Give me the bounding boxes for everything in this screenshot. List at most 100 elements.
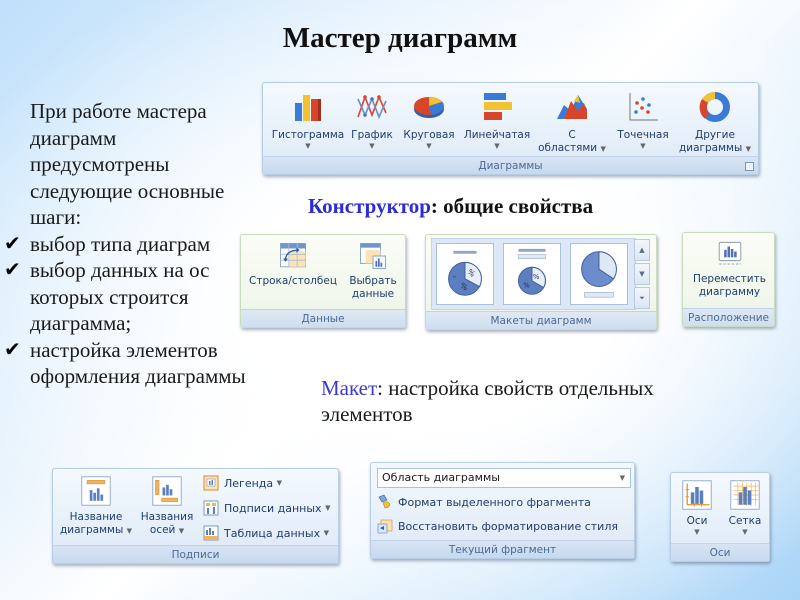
intro-line: предусмотрены <box>30 152 170 176</box>
chart-title-label-2: диаграммы ▼ <box>60 524 132 538</box>
layout-heading: Макет: настройка свойств отдельных элеме… <box>321 375 741 427</box>
histogram-button[interactable]: Гистограмма ▼ <box>269 89 347 151</box>
move-chart-icon <box>718 241 741 265</box>
data-labels-label: Подписи данных <box>224 501 322 515</box>
axis-titles-icon <box>152 476 182 506</box>
chart-title-label-1: Название <box>69 511 123 523</box>
group-label-data: Данные <box>241 309 405 327</box>
check-icon: ✔ <box>4 259 21 281</box>
reset-style-button[interactable]: Восстановить форматирование стиля <box>377 518 618 534</box>
data-table-icon <box>203 525 219 541</box>
move-chart-label-1: Переместить <box>693 273 766 285</box>
format-selection-button[interactable]: Формат выделенного фрагмента <box>377 494 591 510</box>
switch-row-column-label: Строка/столбец <box>249 275 337 287</box>
axes-icon <box>682 480 712 510</box>
format-selection-icon <box>378 494 391 509</box>
scatter-chart-label: Точечная <box>617 129 669 141</box>
axes-button[interactable]: Оси ▼ <box>673 479 721 537</box>
line-chart-button[interactable]: График ▼ <box>347 89 397 151</box>
ribbon-group-charts: Гистограмма ▼ График ▼ Круговая ▼ Линейч… <box>262 82 759 175</box>
pie-chart-button[interactable]: Круговая ▼ <box>399 89 459 151</box>
line-chart-label: График <box>351 129 393 141</box>
svg-text:%: % <box>523 282 530 290</box>
line-chart-icon <box>357 94 387 120</box>
switch-row-column-icon <box>280 243 306 268</box>
dropdown-arrow-icon: ▼ <box>126 527 132 535</box>
scatter-chart-button[interactable]: Точечная ▼ <box>611 89 675 151</box>
check-icon: ✔ <box>4 338 21 361</box>
pie-layout-icon <box>581 251 617 298</box>
chart-title-label-text: диаграммы <box>59 524 124 536</box>
bar-chart-label: Линейчатая <box>463 129 531 141</box>
check-icon: ✔ <box>4 232 21 255</box>
dropdown-arrow-icon: ▼ <box>694 528 700 536</box>
bar-chart-button[interactable]: Линейчатая ▼ <box>461 89 533 151</box>
constructor-heading-rest: : общие свойства <box>430 194 594 218</box>
dropdown-arrow-icon: ▼ <box>619 474 625 482</box>
pie-layout-icon: % % <box>518 248 546 295</box>
dropdown-arrow-icon: ▼ <box>640 142 646 150</box>
dropdown-arrow-icon: ▼ <box>426 142 432 150</box>
dropdown-arrow-icon: ▼ <box>494 142 500 150</box>
select-data-button[interactable]: Выбрать данные <box>345 241 401 301</box>
group-label-axes: Оси <box>671 543 769 561</box>
gallery-scroll-up-button[interactable]: ▲ <box>634 239 650 261</box>
select-data-label-2: данные <box>351 288 395 300</box>
format-selection-label: Формат выделенного фрагмента <box>398 495 591 509</box>
data-table-button[interactable]: Таблица данных ▼ <box>203 525 329 541</box>
select-data-label-1: Выбрать <box>349 275 397 287</box>
data-labels-button[interactable]: Подписи данных ▼ <box>203 500 330 516</box>
legend-button[interactable]: Легенда ▼ <box>203 475 282 491</box>
group-label-location: Расположение <box>683 308 774 326</box>
group-label-labels: Подписи <box>53 545 338 563</box>
dropdown-arrow-icon: ▼ <box>323 529 329 537</box>
data-table-label: Таблица данных <box>224 526 321 540</box>
move-chart-label-2: диаграмму <box>698 286 761 298</box>
area-chart-icon <box>557 95 587 119</box>
switch-row-column-button[interactable]: Строка/столбец <box>245 241 341 288</box>
legend-label: Легенда <box>224 476 274 490</box>
layout-heading-accent: Макет <box>321 376 378 400</box>
axis-titles-label-2: осей ▼ <box>150 524 184 538</box>
gridlines-icon <box>730 480 760 510</box>
axes-label: Оси <box>686 515 708 527</box>
step-item: ✔ настройка элементов оформления диаграм… <box>4 337 290 390</box>
bar-chart-icon <box>484 93 512 120</box>
gridlines-button[interactable]: Сетка ▼ <box>721 479 769 537</box>
gallery-scroll-down-button[interactable]: ▼ <box>634 263 650 285</box>
scatter-chart-icon <box>629 93 658 121</box>
dialog-launcher-icon[interactable] <box>745 162 754 171</box>
pie-layout-icon: – % % <box>448 250 482 296</box>
gallery-more-button[interactable]: ⏷ <box>634 287 650 309</box>
move-chart-button[interactable]: Переместить диаграмму <box>683 239 776 299</box>
layout-gallery-item-1[interactable]: – % % <box>436 243 494 305</box>
group-label-chart-layouts: Макеты диаграмм <box>426 311 656 329</box>
layout-gallery-item-2[interactable]: % % <box>503 243 561 305</box>
other-charts-label-1: Другие <box>695 129 735 141</box>
reset-style-label: Восстановить форматирование стиля <box>398 519 618 533</box>
pie-chart-icon <box>414 97 444 118</box>
chart-title-icon <box>81 476 111 506</box>
histogram-label: Гистограмма <box>271 129 345 141</box>
dropdown-arrow-icon: ▼ <box>369 142 375 150</box>
group-label-charts: Диаграммы <box>263 156 758 174</box>
axis-titles-button[interactable]: Названия осей ▼ <box>137 475 197 538</box>
step-line: оформления диаграммы <box>30 364 246 388</box>
intro-line: следующие основные <box>30 178 225 203</box>
intro-line: При работе мастера <box>30 99 207 123</box>
dropdown-arrow-icon: ▼ <box>305 142 311 150</box>
chart-title-button[interactable]: Название диаграммы ▼ <box>55 475 137 538</box>
dropdown-arrow-icon: ▼ <box>745 145 751 153</box>
area-chart-label-2: областями ▼ <box>538 142 606 156</box>
intro-line: шаги: <box>30 205 82 229</box>
data-labels-icon <box>203 500 219 516</box>
area-chart-button[interactable]: С областями ▼ <box>537 89 607 156</box>
legend-icon <box>203 475 219 491</box>
group-label-current-selection: Текущий фрагмент <box>371 540 634 558</box>
layout-gallery-item-3[interactable] <box>570 243 628 305</box>
chart-elements-dropdown[interactable]: Область диаграммы ▼ <box>377 468 631 488</box>
column-chart-icon <box>295 95 321 121</box>
other-charts-button[interactable]: Другие диаграммы ▼ <box>675 89 755 156</box>
gridlines-label: Сетка <box>728 515 762 527</box>
area-chart-label-1: С <box>568 129 576 141</box>
